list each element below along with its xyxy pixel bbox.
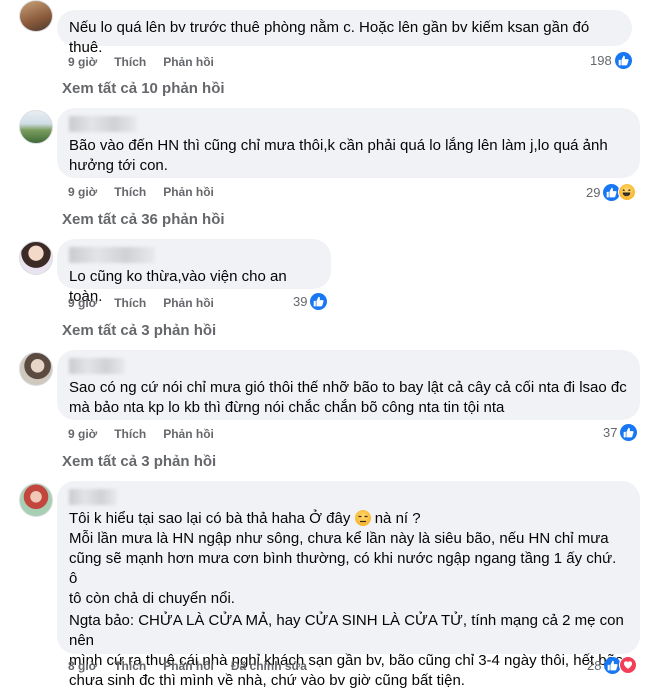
comment-paragraph-3-line-1: Ngta bảo: CHỬA LÀ CỬA MẢ, hay CỬA SINH L…: [69, 612, 624, 649]
avatar[interactable]: [19, 352, 53, 386]
reply-button[interactable]: Phản hồi: [163, 185, 214, 199]
reply-button[interactable]: Phản hồi: [163, 296, 214, 310]
reaction-count: 29: [586, 184, 601, 200]
comment-bubble: Lo cũng ko thừa,vào viện cho an toàn.: [57, 239, 331, 305]
view-replies-link[interactable]: Xem tất cả 36 phản hồi: [62, 211, 225, 228]
view-replies-link[interactable]: Xem tất cả 10 phản hồi: [62, 80, 225, 97]
timestamp[interactable]: 9 giờ: [68, 427, 97, 441]
like-button[interactable]: Thích: [114, 427, 146, 441]
reaction-summary[interactable]: 29: [586, 183, 637, 201]
timestamp[interactable]: 9 giờ: [68, 55, 97, 69]
comment-actions: 9 giờ Thích Phản hồi: [68, 296, 231, 310]
comment-bubble: Nếu lo quá lên bv trước thuê phòng nằm c…: [57, 10, 632, 56]
haha-icon: [618, 183, 637, 201]
timestamp[interactable]: 8 giờ: [68, 659, 97, 673]
author-name-blurred: [69, 489, 117, 505]
comment-bubble: Bão vào đến HN thì cũng chỉ mưa thôi,k c…: [57, 108, 640, 178]
author-name-blurred: [69, 116, 137, 132]
comment-bubble: Sao có ng cứ nói chỉ mưa gió thôi thế nh…: [57, 350, 640, 420]
comment-text-part: nà ní ?: [370, 510, 421, 527]
comment-text-line-1: Bão vào đến HN thì cũng chỉ mưa thôi,k c…: [69, 137, 608, 154]
avatar[interactable]: [19, 110, 53, 144]
comment-text: Nếu lo quá lên bv trước thuê phòng nằm c…: [69, 19, 590, 56]
comment-actions: 8 giờ Thích Phản hồi Đã chỉnh sửa: [68, 659, 324, 673]
like-button[interactable]: Thích: [114, 659, 146, 673]
like-button[interactable]: Thích: [114, 296, 146, 310]
reaction-summary[interactable]: 198: [590, 52, 632, 69]
timestamp[interactable]: 9 giờ: [68, 185, 97, 199]
comment-paragraph-2-line-3: tô còn chả di chuyển nổi.: [69, 590, 235, 607]
reaction-count: 198: [590, 53, 612, 68]
comment-bubble: Tôi k hiểu tại sao lại có bà thả haha Ở …: [57, 481, 640, 689]
comment-paragraph-2-line-2: cũng sẽ mạnh hơn mưa cơn bình thường, có…: [69, 550, 617, 587]
reaction-count: 39: [293, 294, 308, 309]
reply-button[interactable]: Phản hồi: [163, 427, 214, 441]
view-replies-link[interactable]: Xem tất cả 3 phản hồi: [62, 322, 216, 339]
reaction-count: 37: [603, 425, 618, 440]
reaction-summary[interactable]: 39: [293, 293, 328, 310]
comment-text-line-1: Sao có ng cứ nói chỉ mưa gió thôi thế nh…: [69, 379, 627, 396]
reaction-summary[interactable]: 28: [587, 656, 638, 674]
reply-button[interactable]: Phản hồi: [163, 659, 214, 673]
author-name-blurred: [69, 247, 155, 263]
like-icon: [620, 424, 638, 441]
avatar[interactable]: [19, 241, 53, 275]
reply-button[interactable]: Phản hồi: [163, 55, 214, 69]
comment-actions: 9 giờ Thích Phản hồi: [68, 427, 231, 441]
like-icon: [614, 52, 632, 69]
view-replies-link[interactable]: Xem tất cả 3 phản hồi: [62, 453, 216, 470]
like-button[interactable]: Thích: [114, 185, 146, 199]
comment-text-line-2: hưởng tới con.: [69, 157, 168, 174]
avatar[interactable]: [19, 483, 53, 517]
comment-text-part: Tôi k hiểu tại sao lại có bà thả haha Ở …: [69, 510, 351, 527]
comment-paragraph-2-line-1: Mỗi lần mưa là HN ngập như sông, chưa kể…: [69, 530, 609, 547]
comment-text-line-2: mà bảo nta kp lo kb thì đừng nói chắc ch…: [69, 399, 505, 416]
author-name-blurred: [69, 358, 125, 374]
reaction-count: 28: [587, 657, 602, 673]
comment-actions: 9 giờ Thích Phản hồi: [68, 55, 231, 69]
like-icon: [310, 293, 328, 310]
avatar[interactable]: [19, 0, 53, 32]
love-icon: [619, 656, 638, 674]
like-button[interactable]: Thích: [114, 55, 146, 69]
comment-actions: 9 giờ Thích Phản hồi: [68, 185, 231, 199]
unamused-emoji-icon: [354, 510, 371, 526]
comment-paragraph-1: Tôi k hiểu tại sao lại có bà thả haha Ở …: [69, 509, 628, 529]
comment-paragraph-3-line-3: chưa sinh đc thì mình về nhà, chứ vào bv…: [69, 672, 465, 689]
edited-label: Đã chỉnh sửa: [230, 659, 307, 673]
timestamp[interactable]: 9 giờ: [68, 296, 97, 310]
reaction-summary[interactable]: 37: [603, 424, 638, 441]
